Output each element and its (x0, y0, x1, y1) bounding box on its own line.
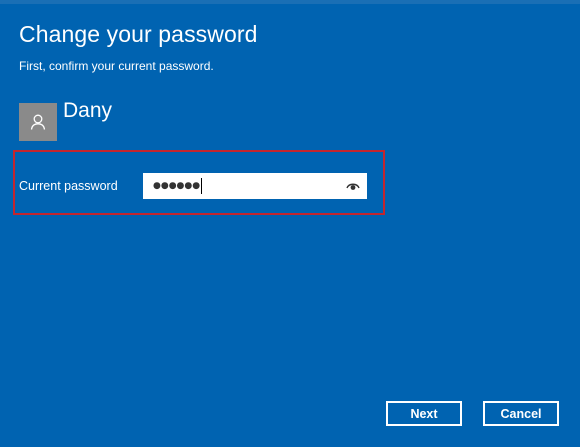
user-silhouette-icon (30, 114, 46, 130)
text-caret (201, 178, 203, 194)
avatar (19, 103, 57, 141)
page-subtitle: First, confirm your current password. (19, 59, 214, 73)
current-password-input[interactable]: ●●●●●● (143, 173, 367, 199)
current-password-label: Current password (19, 179, 118, 193)
page-title: Change your password (19, 21, 258, 47)
user-name: Dany (63, 99, 113, 122)
cancel-button[interactable]: Cancel (483, 401, 559, 426)
eye-icon[interactable] (346, 181, 360, 191)
next-button[interactable]: Next (386, 401, 462, 426)
title-bar-remnant (0, 0, 580, 4)
password-masked-value: ●●●●●● (153, 181, 201, 191)
